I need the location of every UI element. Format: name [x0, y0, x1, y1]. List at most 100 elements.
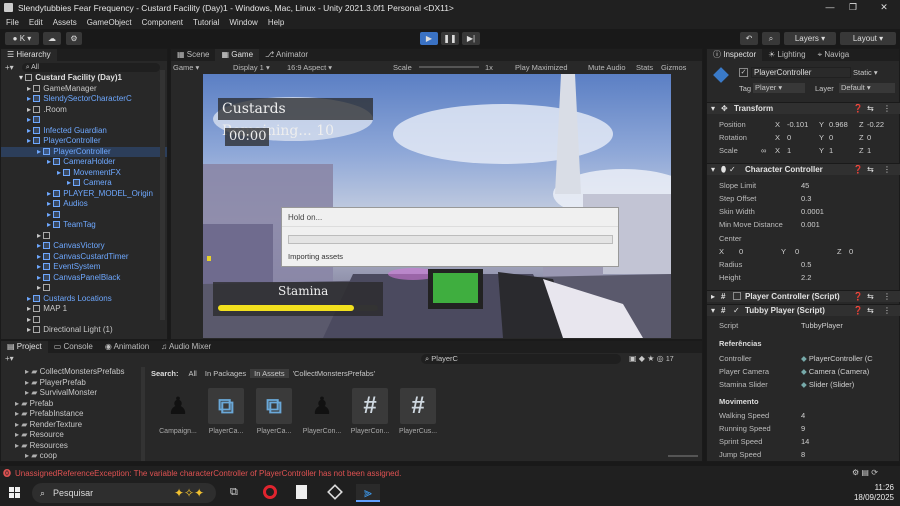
- layers-dropdown[interactable]: Layers ▾: [784, 32, 836, 45]
- preset-icon[interactable]: ⇆: [867, 306, 874, 315]
- pause-button[interactable]: ❚❚: [441, 32, 459, 45]
- help-icon[interactable]: ❓: [853, 292, 863, 301]
- account-button[interactable]: ● K ▾: [5, 32, 39, 45]
- icon-size-slider[interactable]: [668, 455, 698, 457]
- hierarchy-item[interactable]: ▸ PLAYER_MODEL_Origin: [1, 189, 167, 200]
- play-button[interactable]: ▶: [420, 32, 438, 45]
- game-mode-dropdown[interactable]: Game ▾: [173, 63, 199, 72]
- tab-hierarchy[interactable]: ☰ Hierarchy: [1, 49, 57, 61]
- scene-root[interactable]: ▾ Custard Facility (Day)1: [1, 73, 167, 84]
- menu-gameobject[interactable]: GameObject: [87, 18, 132, 27]
- asset-item[interactable]: ⧉ PlayerCa...: [252, 388, 296, 435]
- hierarchy-item[interactable]: ▸ GameManager: [1, 84, 167, 95]
- tab-animation[interactable]: ◉ Animation: [99, 341, 155, 353]
- asset-item[interactable]: # PlayerCon...: [348, 388, 392, 435]
- preset-icon[interactable]: ⇆: [867, 165, 874, 174]
- add-icon[interactable]: +▾: [5, 354, 14, 363]
- collab-button[interactable]: ⚙: [66, 32, 82, 45]
- folder-tree-scrollbar[interactable]: [141, 367, 145, 461]
- center-z-field[interactable]: 0: [849, 247, 853, 256]
- tab-game[interactable]: ▦ Game: [215, 49, 260, 61]
- hierarchy-item[interactable]: ▸ Audios: [1, 199, 167, 210]
- scale-slider[interactable]: [419, 66, 479, 68]
- filter-in-packages[interactable]: In Packages: [201, 369, 250, 378]
- hierarchy-search-input[interactable]: ⌕ All: [21, 62, 160, 72]
- notepad-icon[interactable]: [296, 485, 307, 499]
- reference-field[interactable]: ◆ PlayerController (C: [801, 354, 873, 363]
- layout-dropdown[interactable]: Layout ▾: [840, 32, 896, 45]
- aspect-dropdown[interactable]: 16:9 Aspect ▾: [287, 63, 332, 72]
- movement-field[interactable]: 9: [801, 424, 805, 433]
- folder-item[interactable]: ▸ ▰ CollectMonstersPrefabs: [1, 367, 146, 378]
- search-button[interactable]: ⌕: [762, 32, 780, 45]
- preset-icon[interactable]: ⇆: [867, 104, 874, 113]
- tab-project[interactable]: ▤ Project: [1, 341, 48, 353]
- menu-edit[interactable]: Edit: [29, 18, 43, 27]
- filter-current-folder[interactable]: 'CollectMonstersPrefabs': [289, 369, 379, 378]
- hierarchy-item[interactable]: ▸: [1, 315, 167, 326]
- tab-navigation[interactable]: ⌖ Naviga: [812, 49, 856, 61]
- position-x-field[interactable]: -0.101: [787, 120, 808, 129]
- help-icon[interactable]: ❓: [853, 104, 863, 113]
- filter-all[interactable]: All: [185, 369, 201, 378]
- filter-label-icon[interactable]: ◆: [639, 354, 645, 363]
- hierarchy-item[interactable]: ▸ CanvasCustardTimer: [1, 252, 167, 263]
- save-search-icon[interactable]: ★: [647, 354, 654, 363]
- menu-component[interactable]: Component: [142, 18, 183, 27]
- game-viewport[interactable]: Custards Remaining... 10 00:00 Stamina: [203, 74, 671, 338]
- tab-console[interactable]: ▭ Console: [48, 341, 99, 353]
- gizmos-button[interactable]: Gizmos: [661, 63, 686, 72]
- height-field[interactable]: 2.2: [801, 273, 811, 282]
- help-icon[interactable]: ❓: [853, 306, 863, 315]
- radius-field[interactable]: 0.5: [801, 260, 811, 269]
- movement-field[interactable]: 8: [801, 450, 805, 459]
- cc-field-value[interactable]: 0.001: [801, 220, 820, 229]
- hierarchy-item[interactable]: ▸ MAP 1: [1, 304, 167, 315]
- tag-dropdown[interactable]: Player ▾: [753, 83, 805, 93]
- taskbar-search-box[interactable]: ⌕ Pesquisar ✦✧✦: [32, 483, 216, 503]
- folder-item[interactable]: ▸ ▰ PrefabInstance: [1, 409, 146, 420]
- folder-item[interactable]: ▸ ▰ RenderTexture: [1, 420, 146, 431]
- folder-item[interactable]: ▸ ▰ Resource: [1, 430, 146, 441]
- folder-item[interactable]: ▸ ▰ Prefab: [1, 399, 146, 410]
- character-controller-header[interactable]: ▾ ⬮ ✓ Character Controller ❓ ⇆ ⋮: [707, 163, 900, 175]
- scale-x-field[interactable]: 1: [787, 146, 791, 155]
- hierarchy-item[interactable]: ▸ EventSystem: [1, 262, 167, 273]
- scale-y-field[interactable]: 1: [829, 146, 833, 155]
- step-button[interactable]: ▶|: [462, 32, 480, 45]
- cc-field-value[interactable]: 0.0001: [801, 207, 824, 216]
- movement-field[interactable]: 4: [801, 411, 805, 420]
- filter-type-icon[interactable]: ▣: [629, 354, 637, 363]
- hierarchy-item[interactable]: ▸ SlendySectorCharacterC: [1, 94, 167, 105]
- tab-scene[interactable]: ▦ Scene: [171, 49, 215, 61]
- kebab-menu-icon[interactable]: ⋮: [883, 104, 891, 113]
- hierarchy-item[interactable]: ▸: [1, 231, 167, 242]
- hierarchy-item[interactable]: ▸ TeamTag: [1, 220, 167, 231]
- filter-in-assets[interactable]: In Assets: [250, 369, 289, 378]
- folder-item[interactable]: ▸ ▰ coop: [1, 451, 146, 462]
- hierarchy-scrollbar[interactable]: [160, 70, 165, 320]
- object-name-field[interactable]: PlayerController: [751, 67, 851, 78]
- tab-inspector[interactable]: ⓘ Inspector: [707, 49, 763, 61]
- asset-item[interactable]: ♟ PlayerCon...: [300, 388, 344, 436]
- hierarchy-item[interactable]: ▸ Custards Locations: [1, 294, 167, 305]
- preset-icon[interactable]: ⇆: [867, 292, 874, 301]
- hierarchy-item[interactable]: ▸ CanvasVictory: [1, 241, 167, 252]
- play-maximized-button[interactable]: Play Maximized: [515, 63, 568, 72]
- close-button[interactable]: ✕: [874, 2, 894, 13]
- rotation-x-field[interactable]: 0: [787, 133, 791, 142]
- hierarchy-item[interactable]: ▸ PlayerController: [1, 136, 167, 147]
- minimize-button[interactable]: —: [820, 2, 840, 12]
- project-search-input[interactable]: ⌕ PlayerC: [421, 354, 621, 364]
- mute-audio-button[interactable]: Mute Audio: [588, 63, 626, 72]
- vscode-icon[interactable]: ⫸: [356, 484, 380, 502]
- cc-field-value[interactable]: 0.3: [801, 194, 811, 203]
- hierarchy-item[interactable]: ▸: [1, 210, 167, 221]
- menu-help[interactable]: Help: [268, 18, 284, 27]
- kebab-menu-icon[interactable]: ⋮: [883, 165, 891, 174]
- menu-window[interactable]: Window: [229, 18, 257, 27]
- folder-item[interactable]: ▸ ▰ Resources: [1, 441, 146, 452]
- position-y-field[interactable]: 0.968: [829, 120, 848, 129]
- stats-button[interactable]: Stats: [636, 63, 653, 72]
- clock[interactable]: 11:26 18/09/2025: [842, 483, 894, 503]
